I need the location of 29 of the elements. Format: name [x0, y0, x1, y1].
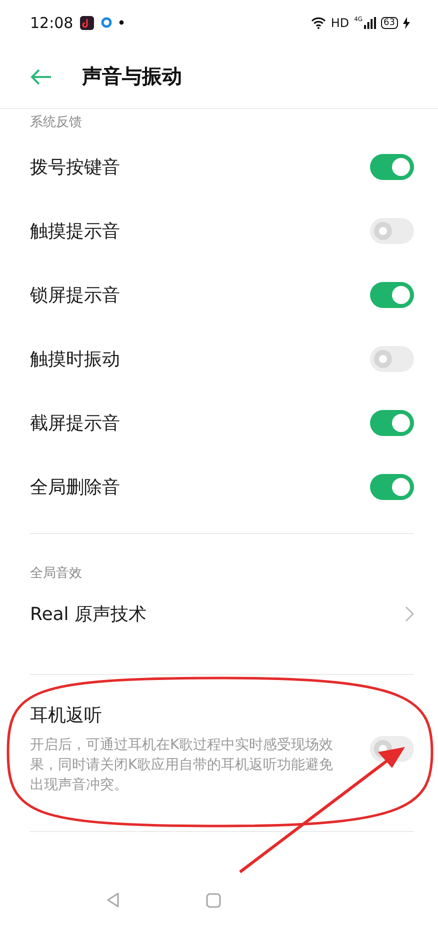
setting-label: 截屏提示音: [30, 412, 121, 435]
toggle-switch[interactable]: [370, 410, 414, 436]
wifi-icon: [310, 16, 326, 28]
setting-label: 锁屏提示音: [30, 284, 121, 307]
signal-icon: [364, 16, 376, 28]
section-title: 全局音效: [30, 565, 83, 583]
setting-label: 拨号按键音: [30, 156, 121, 179]
home-nav-button[interactable]: [206, 892, 221, 908]
toggle-switch[interactable]: [370, 346, 414, 372]
section-title: 系统反馈: [30, 114, 83, 132]
network-label: HD: [330, 16, 350, 30]
setting-label: 触摸提示音: [30, 220, 121, 243]
setting-label: Real 原声技术: [30, 603, 148, 626]
toggle-switch[interactable]: [370, 154, 414, 180]
setting-description: 开启后，可通过耳机在K歌过程中实时感受现场效果，同时请关闭K歌应用自带的耳机返听功能避免出现声音冲突。: [30, 736, 334, 795]
app-notification-icon: [80, 16, 94, 30]
setting-label: 耳机返听: [30, 704, 103, 727]
back-nav-button[interactable]: [106, 892, 120, 908]
battery-indicator: 63: [380, 16, 398, 28]
chevron-right-icon: [405, 606, 414, 622]
setting-label: 全局删除音: [30, 476, 121, 499]
clock: 12:08: [30, 14, 74, 32]
toggle-switch[interactable]: [370, 282, 414, 308]
circle-notification-icon: [101, 17, 112, 28]
page-title: 声音与振动: [82, 63, 182, 90]
toggle-switch[interactable]: [370, 218, 414, 244]
dot-icon: [119, 20, 124, 25]
toggle-switch[interactable]: [370, 474, 414, 500]
setting-label: 触摸时振动: [30, 348, 121, 371]
